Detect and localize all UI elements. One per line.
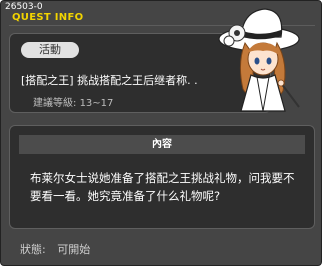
quest-name: [搭配之王] 挑战搭配之王后继者称. . [21, 74, 198, 87]
content-header: 內容 [19, 135, 305, 154]
status-value: 可開始 [57, 243, 91, 256]
window-title: QUEST INFO [12, 12, 84, 23]
window-id-label: 26503-0 [5, 2, 43, 12]
quest-info-window: 26503-0 QUEST INFO 活動 [搭配之王] 挑战搭配之王后继者称.… [0, 0, 322, 266]
quest-category-badge: 活動 [21, 42, 79, 58]
level-range: 13~17 [79, 98, 114, 109]
status-label: 狀態: [20, 243, 46, 256]
npc-portrait-icon [218, 8, 300, 112]
quest-description: 布莱尔女士说她准备了搭配之王挑战礼物，问我要不要看一看。她究竟准备了什么礼物呢? [30, 171, 295, 203]
level-label: 建議等級: [33, 98, 77, 109]
recommended-level: 建議等級: 13~17 [33, 94, 113, 109]
quest-status: 狀態: 可開始 [20, 241, 90, 257]
